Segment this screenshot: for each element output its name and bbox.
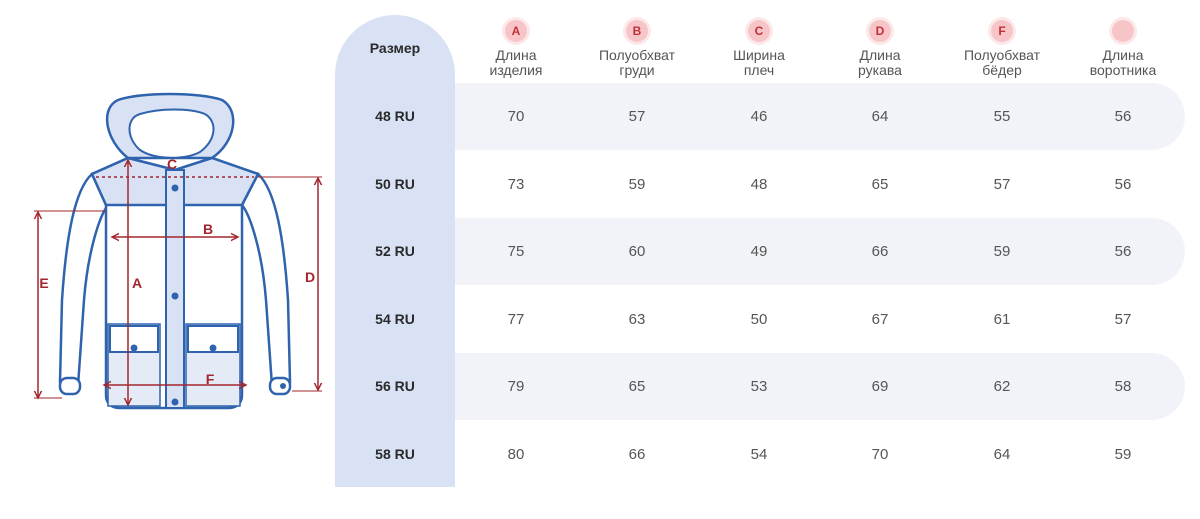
value-cell: 50 (750, 311, 768, 328)
value-cell: 48 (750, 176, 768, 193)
dim-e-letter: E (39, 275, 48, 291)
value-cell: 75 (507, 243, 525, 260)
dim-c-letter: C (167, 156, 177, 172)
jacket-diagram: C B A F D E (0, 92, 340, 410)
right-sleeve (240, 171, 292, 388)
value-cell: 60 (628, 243, 646, 260)
size-header: Размер (369, 40, 421, 56)
column-header: D Длина рукава (815, 20, 945, 78)
value-cell: 55 (993, 108, 1011, 125)
table-row: 52 RU 75 60 49 66 59 56 (335, 218, 1185, 285)
hood-inner (128, 108, 215, 159)
value-cell: 79 (507, 378, 525, 395)
table-row: 56 RU 79 65 53 69 62 58 (335, 353, 1185, 420)
value-cell: 77 (507, 311, 525, 328)
value-cell: 46 (750, 108, 768, 125)
value-cell: 80 (507, 446, 525, 463)
value-cell: 56 (1114, 243, 1132, 260)
size-cell: 56 RU (375, 378, 415, 394)
value-cell: 57 (1114, 311, 1132, 328)
value-cell: 70 (871, 446, 889, 463)
column-label: Полуобхват груди (598, 47, 676, 78)
table-row: 58 RU 80 66 54 70 64 59 (335, 421, 1185, 488)
value-cell: 59 (1114, 446, 1132, 463)
column-header: A Длина изделия (451, 20, 581, 78)
value-cell: 59 (628, 176, 646, 193)
table-row: 50 RU 73 59 48 65 57 56 (335, 151, 1185, 218)
column-label: Полуобхват бёдер (963, 47, 1041, 78)
size-cell: 54 RU (375, 311, 415, 327)
left-cuff (58, 376, 82, 396)
column-header: F Полуобхват бёдер (937, 20, 1067, 78)
dim-a-letter: A (132, 275, 142, 291)
placket (165, 169, 185, 409)
value-cell: 65 (871, 176, 889, 193)
value-cell: 62 (993, 378, 1011, 395)
column-label: Ширина плеч (733, 47, 785, 78)
column-label: Длина воротника (1089, 47, 1157, 78)
value-cell: 56 (1114, 108, 1132, 125)
table-row: 54 RU 77 63 50 67 61 57 (335, 286, 1185, 353)
value-cell: 69 (871, 378, 889, 395)
column-badge: A (505, 20, 527, 42)
column-label: Длина рукава (858, 47, 902, 78)
column-badge: B (626, 20, 648, 42)
value-cell: 67 (871, 311, 889, 328)
value-cell: 64 (871, 108, 889, 125)
value-cell: 73 (507, 176, 525, 193)
column-header: C Ширина плеч (694, 20, 824, 78)
column-badge: F (991, 20, 1013, 42)
dim-f-letter: F (206, 371, 215, 387)
value-cell: 56 (1114, 176, 1132, 193)
value-cell: 61 (993, 311, 1011, 328)
left-sleeve (58, 171, 110, 388)
dim-d-letter: D (305, 269, 315, 285)
table-row: 48 RU 70 57 46 64 55 56 (335, 83, 1185, 150)
column-badge: C (748, 20, 770, 42)
value-cell: 66 (628, 446, 646, 463)
value-cell: 54 (750, 446, 768, 463)
value-cell: 64 (993, 446, 1011, 463)
column-badge (1112, 20, 1134, 42)
size-cell: 52 RU (375, 243, 415, 259)
value-cell: 58 (1114, 378, 1132, 395)
column-header: B Полуобхват груди (572, 20, 702, 78)
size-cell: 58 RU (375, 446, 415, 462)
value-cell: 59 (993, 243, 1011, 260)
value-cell: 65 (628, 378, 646, 395)
value-cell: 70 (507, 108, 525, 125)
column-badge: D (869, 20, 891, 42)
dim-b-letter: B (203, 221, 213, 237)
value-cell: 66 (871, 243, 889, 260)
column-header: Длина воротника (1058, 20, 1188, 78)
size-cell: 48 RU (375, 108, 415, 124)
size-cell: 50 RU (375, 176, 415, 192)
column-label: Длина изделия (489, 47, 543, 78)
value-cell: 49 (750, 243, 768, 260)
value-cell: 57 (628, 108, 646, 125)
value-cell: 63 (628, 311, 646, 328)
value-cell: 57 (993, 176, 1011, 193)
value-cell: 53 (750, 378, 768, 395)
